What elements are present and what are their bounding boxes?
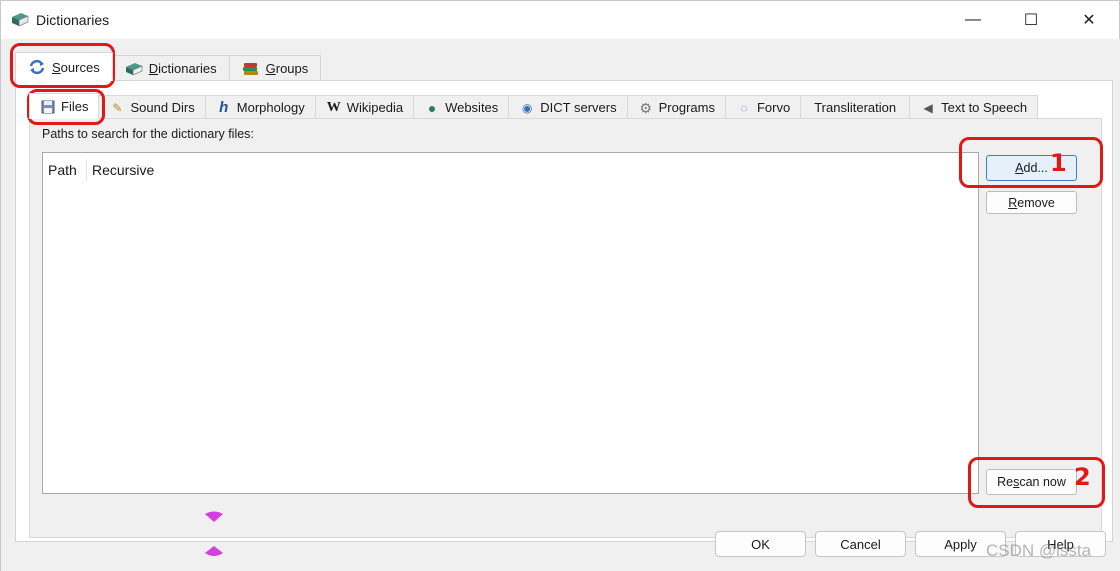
tab-forvo-label: Forvo	[756, 100, 791, 115]
cancel-button[interactable]: Cancel	[815, 531, 906, 557]
tab-groups-label: Groups	[265, 61, 309, 76]
title-bar: Dictionaries — ☐ ✕	[1, 1, 1119, 39]
gear-icon: ⚙	[639, 99, 652, 116]
column-header-path[interactable]: Path	[43, 159, 87, 181]
tab-dict-servers-label: DICT servers	[540, 100, 617, 115]
tab-forvo[interactable]: ◌ Forvo	[724, 95, 802, 119]
tab-files-label: Files	[61, 99, 89, 114]
annotation-number-1: 1	[1050, 149, 1067, 177]
files-pane: Paths to search for the dictionary files…	[29, 118, 1102, 538]
tab-sources-label: Sources	[52, 59, 100, 75]
network-icon: ◉	[522, 100, 533, 115]
forvo-icon: ◌	[740, 100, 748, 115]
tab-morphology-label: Morphology	[236, 100, 305, 115]
speaker-icon: ◀	[923, 100, 933, 115]
book-app-icon	[12, 13, 29, 27]
sources-sub-tab-bar: Files ✎ Sound Dirs h Morphology W Wikipe…	[29, 93, 1039, 119]
globe-icon: ●	[427, 99, 437, 116]
dictionaries-window: Dictionaries — ☐ ✕ Sources Dictionaries …	[0, 0, 1120, 571]
maximize-button[interactable]: ☐	[1002, 1, 1060, 39]
minimize-button[interactable]: —	[944, 1, 1002, 39]
tab-dictionaries[interactable]: Dictionaries	[111, 55, 230, 81]
tab-programs[interactable]: ⚙ Programs	[626, 95, 726, 119]
tab-transliteration[interactable]: Transliteration	[800, 95, 911, 119]
ok-button[interactable]: OK	[715, 531, 806, 557]
paths-label: Paths to search for the dictionary files…	[42, 127, 254, 141]
column-header-recursive[interactable]: Recursive	[87, 159, 154, 181]
h-letter-icon: h	[219, 98, 229, 116]
tab-sound-dirs-label: Sound Dirs	[130, 100, 195, 115]
tab-wikipedia[interactable]: W Wikipedia	[314, 95, 415, 119]
sources-pane: Files ✎ Sound Dirs h Morphology W Wikipe…	[15, 80, 1113, 542]
top-tab-bar: Sources Dictionaries Groups	[15, 52, 322, 81]
paths-table[interactable]: Path Recursive	[42, 152, 979, 494]
wikipedia-icon: W	[326, 99, 341, 115]
tab-wikipedia-label: Wikipedia	[346, 100, 404, 115]
tab-text-to-speech[interactable]: ◀ Text to Speech	[909, 95, 1039, 119]
annotation-number-2: 2	[1074, 463, 1091, 491]
tab-websites-label: Websites	[445, 100, 499, 115]
tab-text-to-speech-label: Text to Speech	[941, 100, 1028, 115]
book-icon	[125, 62, 143, 75]
rescan-now-button[interactable]: Re s can now	[986, 469, 1077, 495]
marker-top	[205, 511, 223, 522]
tab-sound-dirs[interactable]: ✎ Sound Dirs	[98, 95, 206, 119]
tab-morphology[interactable]: h Morphology	[204, 95, 316, 119]
tab-groups[interactable]: Groups	[228, 55, 322, 81]
tab-dict-servers[interactable]: ◉ DICT servers	[508, 95, 628, 119]
window-title: Dictionaries	[36, 12, 110, 28]
remove-button[interactable]: Remove	[986, 191, 1077, 214]
close-button[interactable]: ✕	[1060, 1, 1118, 39]
tab-programs-label: Programs	[658, 100, 715, 115]
refresh-icon	[29, 59, 45, 75]
pencil-icon: ✎	[112, 100, 123, 115]
watermark: CSDN @lssta	[986, 541, 1092, 560]
books-stack-icon	[242, 62, 258, 75]
tab-dictionaries-label: Dictionaries	[148, 61, 217, 76]
marker-bottom	[205, 546, 223, 556]
client-area: Sources Dictionaries Groups Files ✎ Soun…	[1, 39, 1120, 571]
floppy-icon	[41, 100, 55, 113]
tab-transliteration-label: Transliteration	[814, 100, 897, 115]
tab-websites[interactable]: ● Websites	[413, 95, 510, 119]
tab-files[interactable]: Files	[29, 93, 100, 119]
tab-sources[interactable]: Sources	[15, 52, 113, 81]
